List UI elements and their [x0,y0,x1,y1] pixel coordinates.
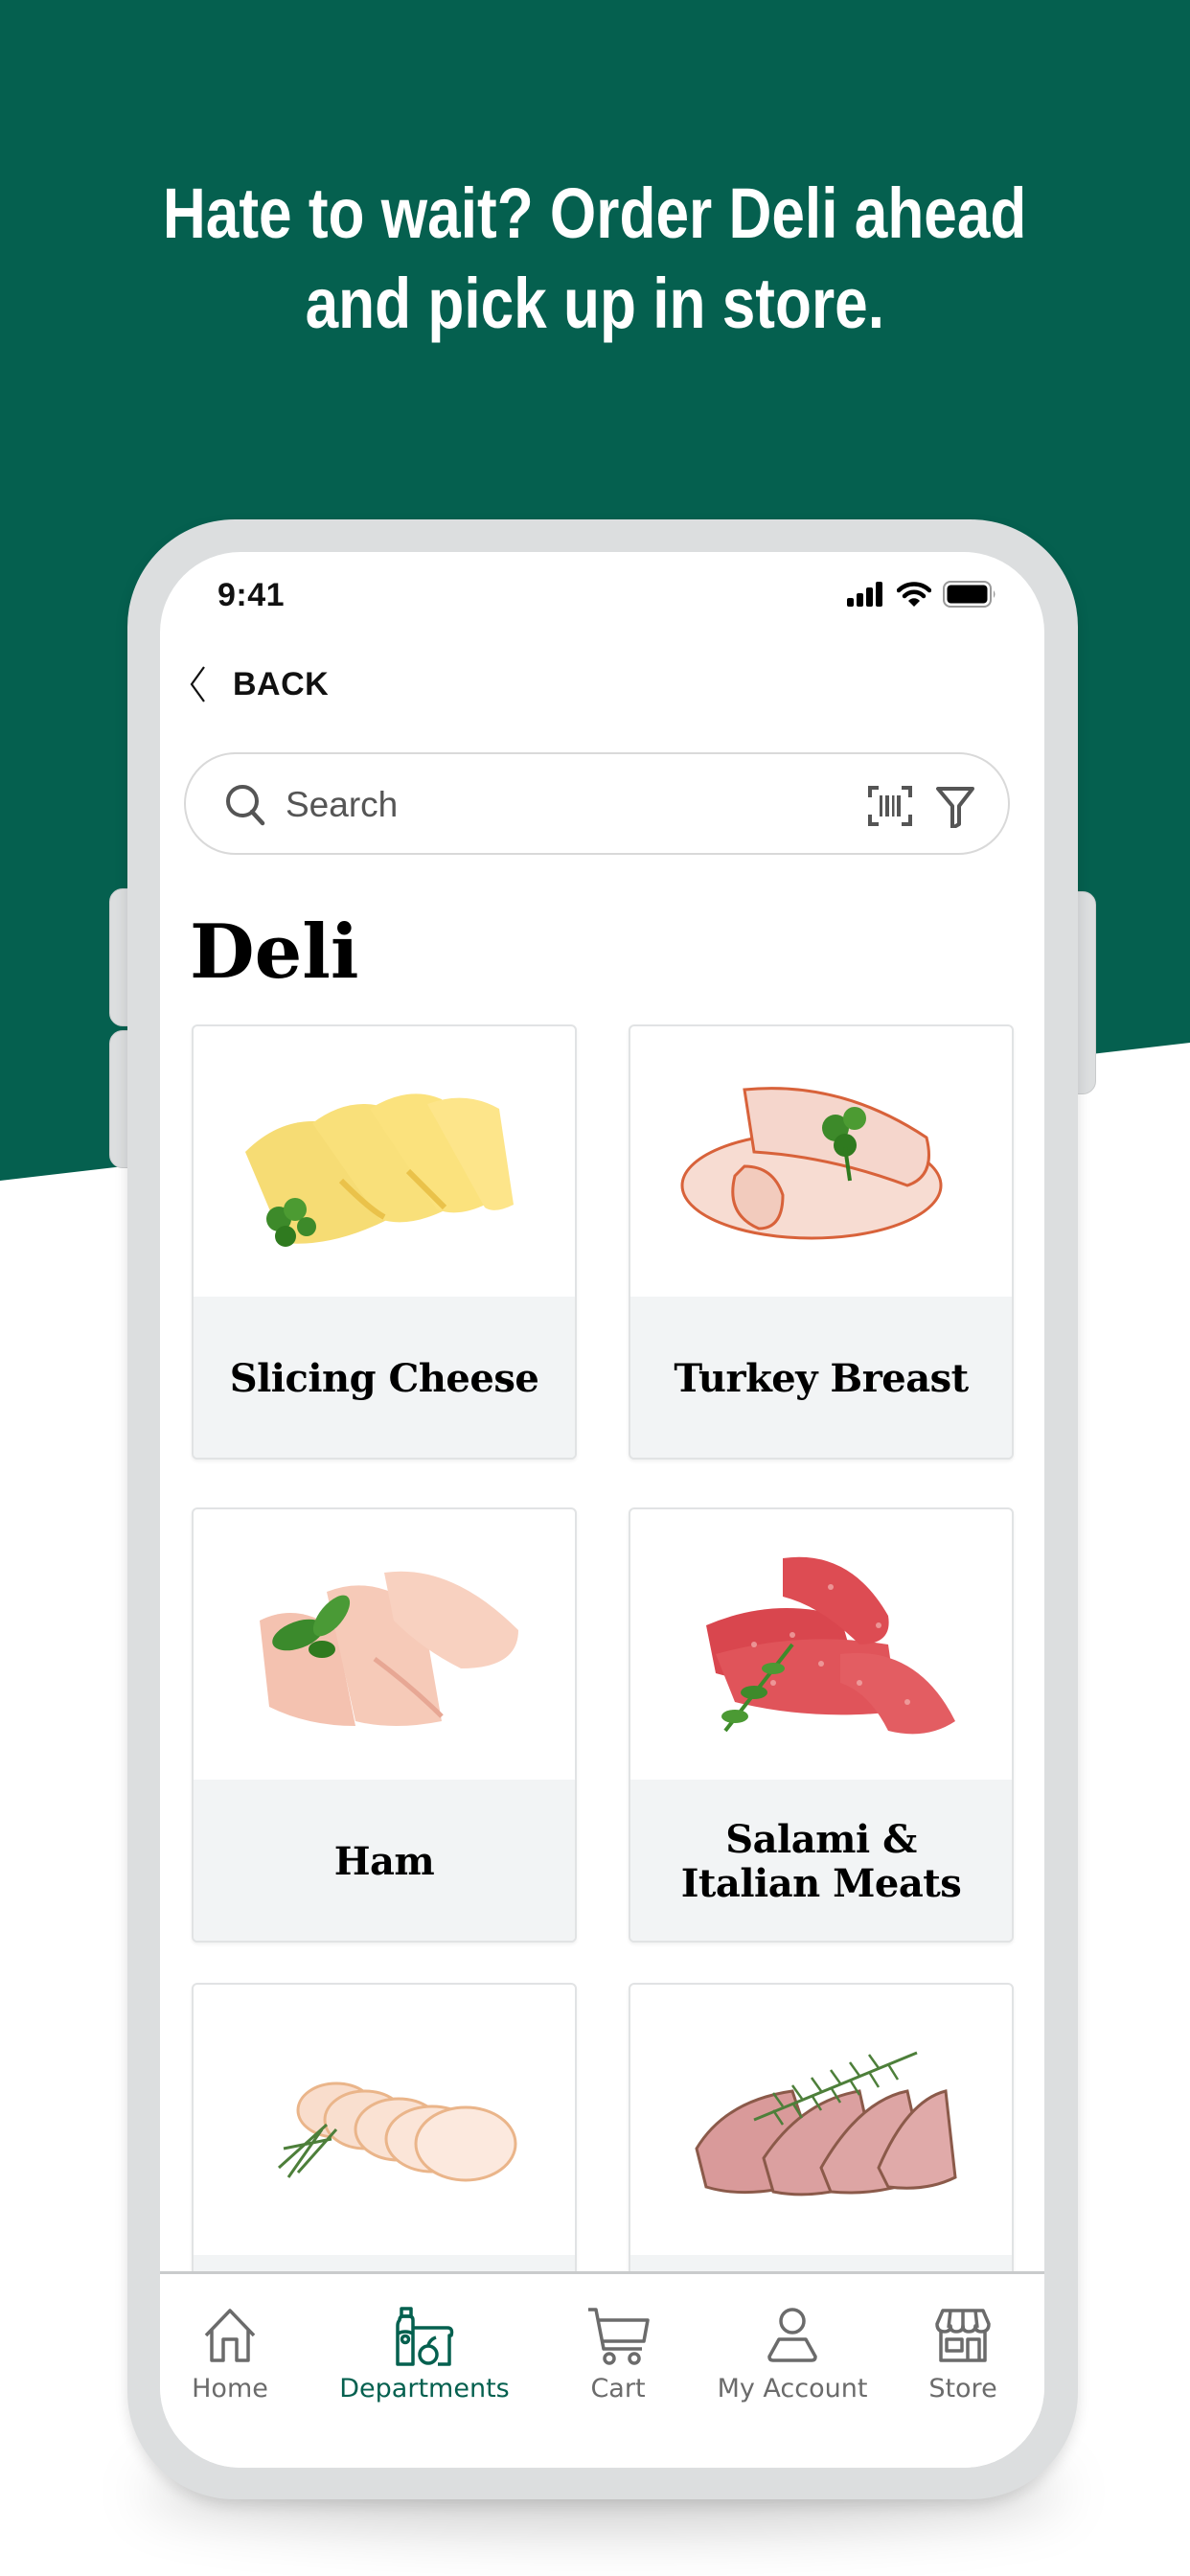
category-image [630,1026,1012,1297]
tab-store[interactable]: Store [886,2274,1040,2466]
category-image [194,1985,575,2255]
category-image [194,1509,575,1780]
tab-cart[interactable]: Cart [541,2274,695,2466]
category-image [630,1509,1012,1780]
category-image [194,1026,575,1297]
category-label: Ham [194,1780,575,1941]
status-icons [847,581,996,608]
search-bar[interactable] [184,752,1010,855]
category-card-slicing-cheese[interactable]: Slicing Cheese [192,1024,577,1460]
departments-icon [396,2307,454,2366]
ham-image [260,1571,518,1726]
battery-icon [943,581,995,608]
barcode-scan-icon[interactable] [868,786,912,826]
home-icon [204,2309,256,2362]
tab-label: Store [928,2374,997,2404]
phone-screen: 9:41 BACK Search Deli Slicing Cheese Tur… [160,552,1044,2468]
wifi-icon [897,582,931,607]
category-card-turkey-breast[interactable]: Turkey Breast [629,1024,1014,1460]
tab-my-account[interactable]: My Account [716,2274,869,2466]
tab-label: Cart [590,2374,646,2404]
tab-departments[interactable]: Departments [339,2274,510,2466]
category-label: Turkey Breast [630,1297,1012,1458]
category-card-salami-italian-meats[interactable]: Salami & Italian Meats [629,1507,1014,1943]
category-label: Salami & Italian Meats [630,1780,1012,1941]
back-label: BACK [233,665,330,702]
headline-line-1: Hate to wait? Order Deli ahead [163,173,1027,253]
back-button[interactable]: BACK [189,665,329,703]
chicken-image [277,2082,517,2182]
store-icon [935,2309,991,2362]
roast-beef-image [695,2051,957,2196]
category-card-ham[interactable]: Ham [192,1507,577,1943]
tab-label: Home [192,2374,268,2404]
tab-home[interactable]: Home [160,2274,307,2466]
search-input[interactable] [286,777,765,833]
bottom-tab-bar: Home Departments Cart My Account Store [160,2271,1044,2468]
cheese-image [245,1093,514,1247]
filter-icon[interactable] [935,786,975,828]
headline-line-2: and pick up in store. [305,264,885,343]
cart-icon [588,2308,650,2365]
status-time: 9:41 [217,577,286,613]
cellular-signal-icon [847,582,882,607]
tab-label: Departments [339,2374,510,2404]
category-label: Slicing Cheese [194,1297,575,1458]
category-image [630,1985,1012,2255]
salami-image [706,1556,955,1735]
account-icon [767,2308,817,2362]
turkey-image [680,1087,943,1240]
promo-headline: Hate to wait? Order Deli ahead and pick … [0,169,1190,349]
search-icon [226,785,265,826]
chevron-left-icon [190,666,205,702]
tab-label: My Account [717,2374,868,2404]
page-title: Deli [190,908,359,996]
